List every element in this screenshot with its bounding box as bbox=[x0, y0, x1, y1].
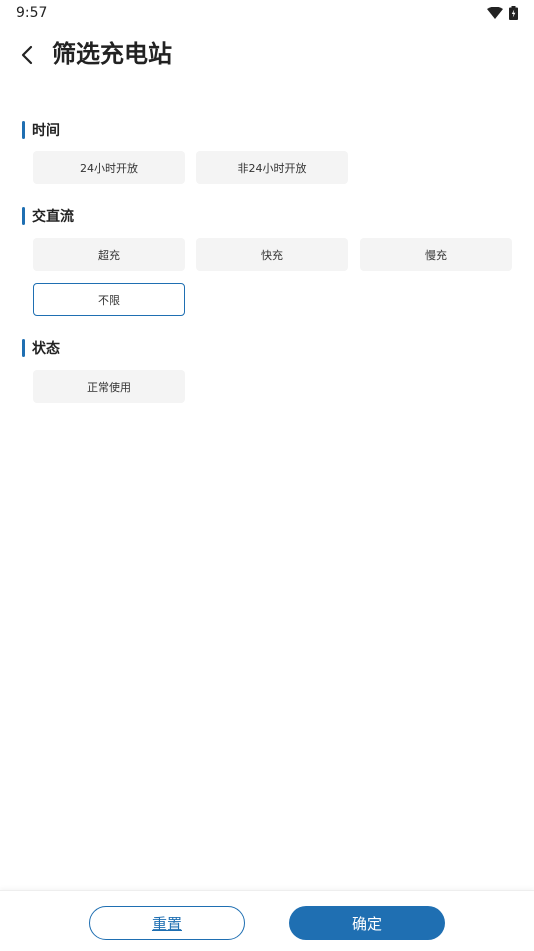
wifi-icon bbox=[487, 7, 503, 19]
section-ac-dc: 交直流 超充 快充 慢充 不限 bbox=[22, 206, 522, 318]
battery-icon bbox=[509, 6, 518, 20]
header: 筛选充电站 bbox=[0, 30, 534, 80]
option-label: 正常使用 bbox=[87, 380, 131, 394]
status-bar: 9:57 bbox=[0, 0, 534, 28]
option-label: 不限 bbox=[98, 293, 120, 307]
option-slow-charge[interactable]: 慢充 bbox=[360, 238, 512, 271]
status-icons bbox=[487, 6, 518, 20]
page-title: 筛选充电站 bbox=[52, 40, 172, 68]
option-fast-charge[interactable]: 快充 bbox=[196, 238, 348, 271]
section-header: 交直流 bbox=[22, 206, 522, 226]
section-time: 时间 24小时开放 非24小时开放 bbox=[22, 120, 522, 190]
option-label: 快充 bbox=[261, 248, 283, 262]
option-24h-open[interactable]: 24小时开放 bbox=[33, 151, 185, 184]
section-accent-bar bbox=[22, 339, 25, 357]
option-normal-use[interactable]: 正常使用 bbox=[33, 370, 185, 403]
section-header: 状态 bbox=[22, 338, 522, 358]
chevron-left-icon bbox=[21, 45, 33, 65]
option-label: 超充 bbox=[98, 248, 120, 262]
section-accent-bar bbox=[22, 207, 25, 225]
confirm-button[interactable]: 确定 bbox=[289, 906, 445, 940]
bottom-action-bar: 重置 确定 bbox=[0, 890, 534, 951]
section-accent-bar bbox=[22, 121, 25, 139]
option-unlimited[interactable]: 不限 bbox=[33, 283, 185, 316]
option-label: 非24小时开放 bbox=[237, 161, 307, 175]
section-title-time: 时间 bbox=[32, 123, 60, 139]
reset-button[interactable]: 重置 bbox=[89, 906, 245, 940]
option-label: 慢充 bbox=[425, 248, 447, 262]
section-status: 状态 正常使用 bbox=[22, 338, 522, 408]
option-super-charge[interactable]: 超充 bbox=[33, 238, 185, 271]
section-header: 时间 bbox=[22, 120, 522, 140]
status-time: 9:57 bbox=[16, 5, 48, 21]
section-title-status: 状态 bbox=[32, 341, 60, 357]
section-title-ac-dc: 交直流 bbox=[32, 209, 74, 225]
option-non-24h-open[interactable]: 非24小时开放 bbox=[196, 151, 348, 184]
back-button[interactable] bbox=[12, 40, 42, 70]
option-label: 24小时开放 bbox=[80, 161, 138, 175]
